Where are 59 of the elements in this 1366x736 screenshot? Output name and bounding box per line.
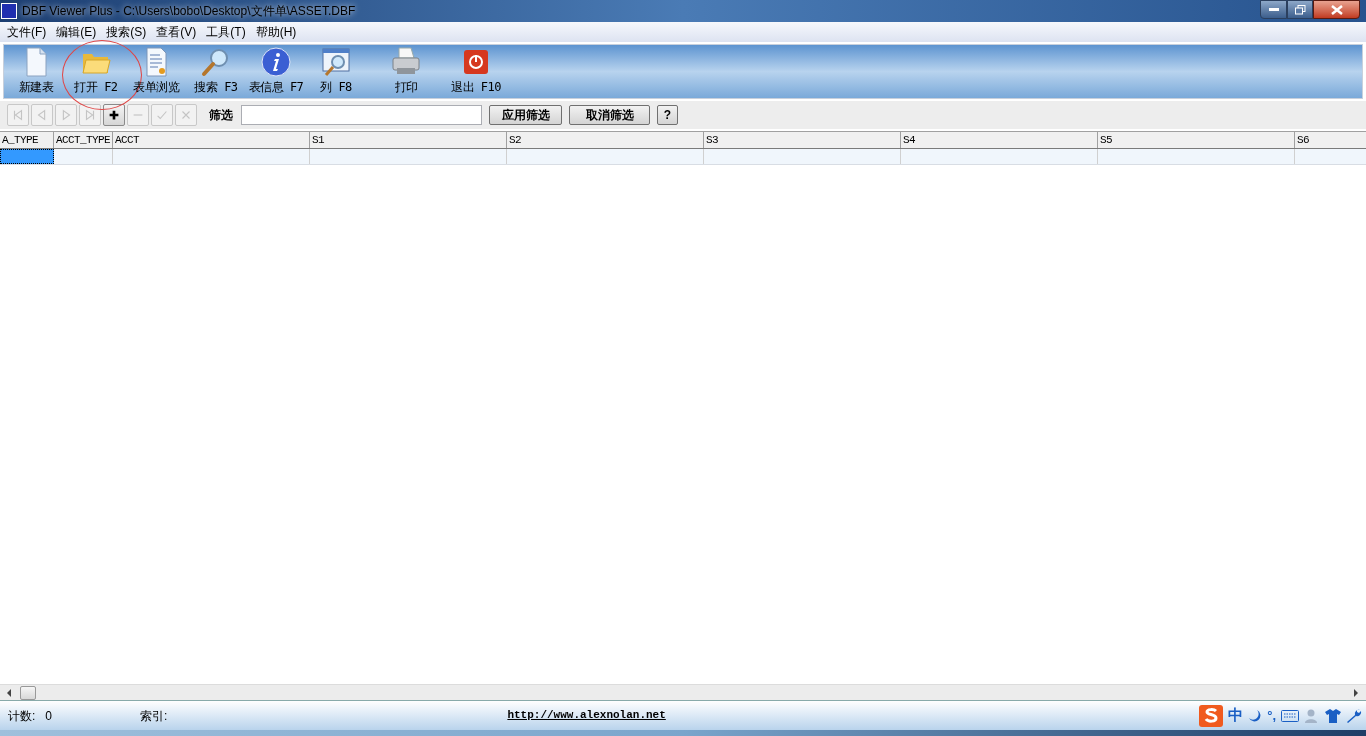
website-link[interactable]: http://www.alexnolan.net bbox=[507, 707, 666, 724]
menu-item[interactable]: 查看(V) bbox=[151, 23, 202, 41]
menu-item[interactable]: 搜索(S) bbox=[101, 23, 152, 41]
column-header[interactable]: S3 bbox=[704, 132, 901, 148]
filter-label: 筛选 bbox=[209, 107, 233, 124]
minimize-button[interactable] bbox=[1260, 0, 1287, 19]
menu-item[interactable]: 工具(T) bbox=[201, 23, 251, 41]
horizontal-scrollbar[interactable] bbox=[0, 684, 1366, 700]
keyboard-icon[interactable] bbox=[1281, 709, 1299, 722]
user-icon[interactable] bbox=[1304, 707, 1320, 724]
shirt-icon[interactable] bbox=[1325, 708, 1341, 723]
scroll-right-icon bbox=[1352, 688, 1360, 697]
scroll-left-icon bbox=[5, 688, 13, 697]
clear-filter-button[interactable]: 取消筛选 bbox=[569, 105, 650, 125]
column-header[interactable]: ACCT bbox=[113, 132, 310, 148]
index-label: 索引: bbox=[140, 707, 168, 725]
window-magnifier-icon bbox=[320, 46, 352, 78]
count-label: 计数: bbox=[8, 707, 36, 725]
navigator-button[interactable] bbox=[103, 104, 125, 126]
restore-icon bbox=[1294, 4, 1306, 15]
toolbar-button[interactable]: 打开 F2 bbox=[66, 46, 126, 98]
close-button[interactable] bbox=[1313, 0, 1360, 19]
toolbar-button[interactable]: 新建表 bbox=[6, 46, 66, 98]
filter-input[interactable] bbox=[241, 105, 482, 125]
selected-cell[interactable] bbox=[0, 149, 54, 164]
first-record-icon bbox=[11, 108, 25, 122]
help-button[interactable]: ? bbox=[657, 105, 678, 125]
toolbar-button[interactable]: 表信息 F7 bbox=[246, 46, 306, 98]
apply-filter-button[interactable]: 应用筛选 bbox=[489, 105, 562, 125]
window-title: DBF Viewer Plus - C:\Users\bobo\Desktop\文件单\ASSET.DBF bbox=[22, 3, 356, 20]
moon-icon[interactable] bbox=[1248, 708, 1263, 723]
app-logo-icon bbox=[1, 3, 17, 19]
input-mode-indicator[interactable]: 中 bbox=[1228, 704, 1244, 727]
restore-button[interactable] bbox=[1287, 0, 1313, 19]
close-icon bbox=[1330, 4, 1343, 15]
toolbar-button[interactable]: 列 F8 bbox=[306, 46, 366, 98]
column-header[interactable]: ACCT_TYPE bbox=[54, 132, 113, 148]
scrollbar-thumb[interactable] bbox=[20, 685, 36, 700]
punctuation-indicator[interactable]: °, bbox=[1267, 705, 1276, 726]
last-record-icon bbox=[83, 108, 97, 122]
column-header[interactable]: S4 bbox=[901, 132, 1098, 148]
menu-item[interactable]: 文件(F) bbox=[2, 23, 52, 41]
checkmark-icon bbox=[155, 108, 169, 122]
record-count: 0 bbox=[45, 707, 53, 725]
column-header[interactable]: S5 bbox=[1098, 132, 1295, 148]
menu-item[interactable]: 编辑(E) bbox=[51, 23, 102, 41]
column-header[interactable]: A_TYPE bbox=[0, 132, 54, 148]
s-logo-icon bbox=[1199, 704, 1224, 727]
minimize-icon bbox=[1268, 7, 1279, 12]
toolbar-button[interactable]: 打印 bbox=[366, 46, 446, 98]
plus-icon bbox=[107, 108, 121, 122]
column-header[interactable]: S2 bbox=[507, 132, 704, 148]
column-header[interactable]: S1 bbox=[310, 132, 507, 148]
toolbar-button[interactable]: 搜索 F3 bbox=[186, 46, 246, 98]
column-header[interactable]: S6 bbox=[1295, 132, 1366, 148]
toolbar-button[interactable]: 表单浏览 bbox=[126, 46, 186, 98]
menu-item[interactable]: 帮助(H) bbox=[250, 23, 302, 41]
toolbar-button[interactable]: 退出 F10 bbox=[446, 46, 506, 98]
info-icon bbox=[260, 46, 292, 78]
